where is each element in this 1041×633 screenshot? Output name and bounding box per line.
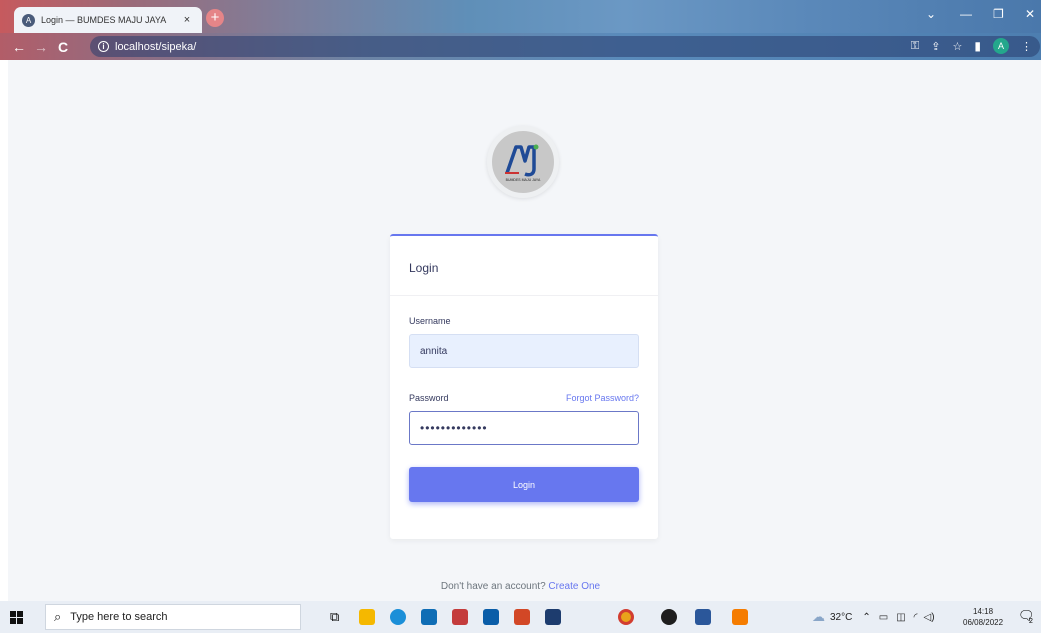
xampp-icon[interactable]	[732, 609, 748, 625]
browser-tab[interactable]: A Login — BUMDES MAJU JAYA ×	[14, 7, 202, 33]
search-placeholder: Type here to search	[70, 611, 168, 623]
login-card: Login Username annita Password Forgot Pa…	[390, 234, 658, 539]
reload-button[interactable]: C	[52, 39, 74, 55]
mail-icon[interactable]	[483, 609, 499, 625]
wifi-icon[interactable]: ◜	[914, 612, 918, 623]
browser-tab-bar: A Login — BUMDES MAJU JAYA × + ⌄ — ❐ ✕	[0, 0, 1041, 33]
restore-button[interactable]: ❐	[993, 7, 1004, 21]
start-button[interactable]	[0, 610, 32, 624]
browser-toolbar: ← → C i localhost/sipeka/ ⚿ ⇪ ☆ ▮ A ⋮	[0, 33, 1041, 60]
powerpoint-icon[interactable]	[514, 609, 530, 625]
photoshop-icon[interactable]	[545, 609, 561, 625]
taskbar-search-box[interactable]: ⌕ Type here to search	[45, 604, 301, 630]
weather-temp[interactable]: 32°C	[830, 612, 852, 623]
card-title: Login	[390, 236, 658, 296]
close-tab-icon[interactable]: ×	[180, 14, 194, 26]
login-button[interactable]: Login	[409, 467, 639, 502]
create-account-link[interactable]: Create One	[548, 581, 600, 592]
back-button[interactable]: ←	[8, 39, 30, 55]
key-icon[interactable]: ⚿	[911, 40, 919, 53]
search-icon: ⌕	[54, 609, 62, 624]
password-label: Password	[409, 393, 449, 403]
address-bar[interactable]: i localhost/sipeka/ ⚿ ⇪ ☆ ▮ A ⋮	[90, 36, 1040, 57]
clock-time: 14:18	[973, 607, 994, 616]
signup-prompt-text: Don't have an account?	[440, 581, 546, 592]
menu-icon[interactable]: ⋮	[1021, 40, 1032, 53]
favicon-icon: A	[22, 13, 35, 27]
forgot-password-link[interactable]: Forgot Password?	[566, 393, 639, 403]
close-window-button[interactable]: ✕	[1025, 7, 1035, 21]
task-view-icon[interactable]: ⧉	[330, 609, 346, 625]
logo-text: BUMDES MAJU JAYA	[505, 177, 541, 182]
profile-avatar[interactable]: A	[993, 38, 1009, 54]
file-explorer-icon[interactable]	[359, 609, 375, 625]
minimize-button[interactable]: —	[960, 7, 972, 21]
star-icon[interactable]: ☆	[953, 40, 963, 53]
edge-icon[interactable]	[390, 609, 406, 625]
tab-title: Login — BUMDES MAJU JAYA	[41, 15, 167, 25]
taskbar: ⌕ Type here to search ⧉ ☁ 32°C ⌃ ▭ ◫ ◜ ◁…	[0, 601, 1041, 633]
system-tray: ☁ 32°C ⌃ ▭ ◫ ◜ ◁)	[812, 601, 935, 633]
url-text: localhost/sipeka/	[115, 40, 197, 53]
logo-mark-icon	[505, 144, 539, 177]
side-panel-icon[interactable]: ▮	[974, 39, 981, 53]
address-bar-actions: ⚿ ⇪ ☆ ▮ A ⋮	[911, 38, 1032, 54]
brand-logo: BUMDES MAJU JAYA	[487, 126, 559, 198]
new-tab-button[interactable]: +	[206, 9, 224, 27]
windows-icon	[9, 610, 23, 624]
media-player-icon[interactable]	[661, 609, 677, 625]
username-input[interactable]: annita	[409, 334, 639, 368]
volume-icon[interactable]: ◁)	[924, 612, 935, 623]
username-label: Username	[409, 316, 451, 326]
clock-date: 06/08/2022	[963, 618, 1004, 627]
password-input[interactable]: •••••••••••••	[409, 411, 639, 445]
store-icon[interactable]	[421, 609, 437, 625]
chevron-up-icon[interactable]: ⌃	[862, 612, 870, 623]
weather-icon[interactable]: ☁	[812, 609, 825, 625]
clock[interactable]: 14:18 06/08/2022	[963, 606, 1003, 628]
chrome-icon[interactable]	[618, 609, 634, 625]
forward-button[interactable]: →	[30, 39, 52, 55]
signup-prompt: Don't have an account? Create One	[0, 581, 1041, 592]
share-icon[interactable]: ⇪	[931, 40, 940, 53]
tab-search-icon[interactable]: ⌄	[926, 7, 936, 21]
battery-icon[interactable]: ▭	[879, 612, 888, 623]
word-icon[interactable]	[695, 609, 711, 625]
network-icon[interactable]: ◫	[896, 612, 905, 623]
app-icon[interactable]	[452, 609, 468, 625]
info-icon[interactable]: i	[98, 41, 109, 52]
notification-count: 2	[1029, 618, 1033, 625]
